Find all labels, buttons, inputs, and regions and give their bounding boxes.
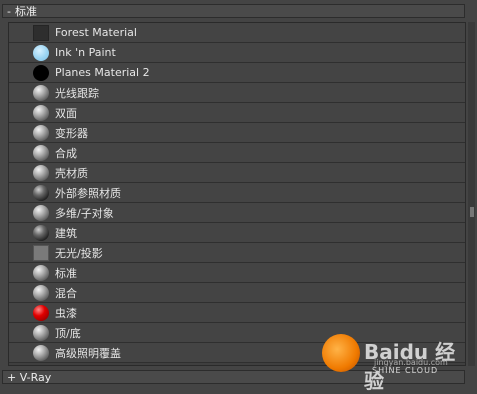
- material-label: 壳材质: [55, 166, 88, 180]
- gray-sphere-icon: [33, 144, 49, 161]
- material-label: Planes Material 2: [55, 66, 150, 79]
- material-item[interactable]: Ink 'n Paint: [9, 43, 465, 63]
- material-label: 虫漆: [55, 306, 77, 320]
- scrollbar-thumb[interactable]: [470, 207, 474, 217]
- material-label: 建筑: [55, 226, 77, 240]
- material-label: 高级照明覆盖: [55, 346, 121, 360]
- material-label: 变形器: [55, 126, 88, 140]
- material-item[interactable]: 光线跟踪: [9, 83, 465, 103]
- material-item[interactable]: 外部参照材质: [9, 183, 465, 203]
- material-item[interactable]: Forest Material: [9, 23, 465, 43]
- gray-sphere-icon: [33, 344, 49, 361]
- material-label: 合成: [55, 146, 77, 160]
- gray-sphere-icon: [33, 164, 49, 181]
- dark-square-swatch-icon: [33, 24, 49, 41]
- gray-square-swatch-icon: [33, 244, 49, 261]
- scrollbar[interactable]: [468, 22, 475, 366]
- material-label: 顶/底: [55, 326, 81, 340]
- material-item[interactable]: 壳材质: [9, 163, 465, 183]
- material-label: 多维/子对象: [55, 206, 114, 220]
- material-label: 混合: [55, 286, 77, 300]
- material-label: 标准: [55, 266, 77, 280]
- gray-sphere-icon: [33, 84, 49, 101]
- dark-sphere-icon: [33, 224, 49, 241]
- dark-sphere-icon: [33, 184, 49, 201]
- gray-sphere-icon: [33, 264, 49, 281]
- material-item[interactable]: 多维/子对象: [9, 203, 465, 223]
- material-item[interactable]: 双面: [9, 103, 465, 123]
- gray-sphere-icon: [33, 324, 49, 341]
- material-label: Ink 'n Paint: [55, 46, 116, 59]
- material-item[interactable]: Planes Material 2: [9, 63, 465, 83]
- rollout-header-standard[interactable]: - 标准: [2, 4, 465, 18]
- gray-sphere-icon: [33, 284, 49, 301]
- material-label: 光线跟踪: [55, 86, 99, 100]
- material-label: 双面: [55, 106, 77, 120]
- gray-sphere-icon: [33, 124, 49, 141]
- gray-sphere-icon: [33, 204, 49, 221]
- material-label: 外部参照材质: [55, 186, 121, 200]
- gray-sphere-icon: [33, 104, 49, 121]
- material-item[interactable]: 变形器: [9, 123, 465, 143]
- material-item[interactable]: 标准: [9, 263, 465, 283]
- material-item[interactable]: 高级照明覆盖: [9, 343, 465, 363]
- black-sphere-icon: [33, 64, 49, 81]
- material-item[interactable]: 顶/底: [9, 323, 465, 343]
- red-sphere-icon: [33, 304, 49, 321]
- material-item[interactable]: 虫漆: [9, 303, 465, 323]
- material-item[interactable]: 混合: [9, 283, 465, 303]
- material-label: 无光/投影: [55, 246, 103, 260]
- material-list: Forest Material Ink 'n Paint Planes Mate…: [8, 22, 466, 366]
- material-item[interactable]: 无光/投影: [9, 243, 465, 263]
- collapse-sign: -: [7, 4, 11, 18]
- material-item[interactable]: 建筑: [9, 223, 465, 243]
- rollout-title: 标准: [14, 5, 37, 18]
- material-label: Forest Material: [55, 26, 137, 39]
- material-item[interactable]: 合成: [9, 143, 465, 163]
- light-blue-sphere-icon: [33, 44, 49, 61]
